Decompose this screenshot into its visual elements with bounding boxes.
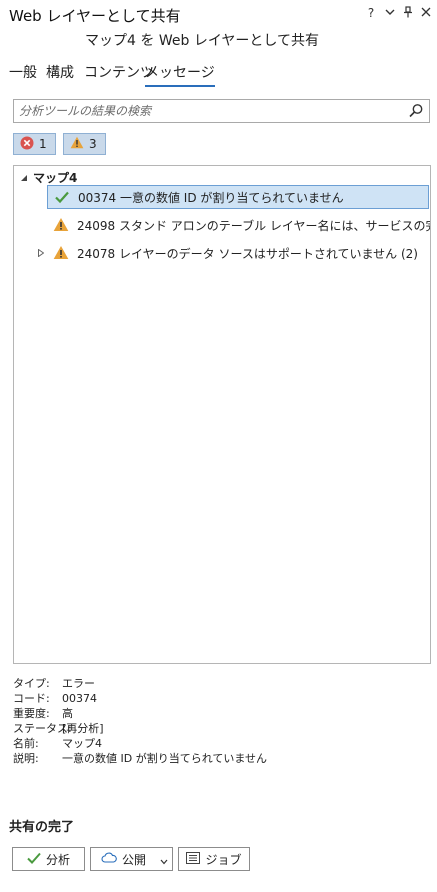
analyze-button[interactable]: 分析: [12, 847, 85, 871]
tab-configuration[interactable]: 構成: [46, 62, 74, 82]
detail-label: コード:: [13, 692, 50, 705]
warning-icon: [53, 245, 69, 261]
help-icon[interactable]: ?: [364, 6, 378, 20]
error-filter-button[interactable]: 1: [13, 133, 56, 155]
message-text: 00374 一意の数値 ID が割り当てられていません: [78, 190, 344, 205]
finish-sharing-heading: 共有の完了: [9, 820, 75, 835]
tab-general[interactable]: 一般: [9, 62, 37, 82]
close-icon[interactable]: [419, 6, 433, 20]
detail-value: 00374: [62, 692, 97, 705]
jobs-list-icon: [186, 851, 201, 867]
pin-icon[interactable]: [401, 6, 415, 21]
message-text: 24098 スタンド アロンのテーブル レイヤー名には、サービスの完全修飾データ: [77, 218, 430, 233]
message-row[interactable]: 24098 スタンド アロンのテーブル レイヤー名には、サービスの完全修飾データ: [14, 213, 430, 237]
detail-value: 一意の数値 ID が割り当てられていません: [62, 752, 268, 765]
message-row-selected[interactable]: 00374 一意の数値 ID が割り当てられていません: [47, 185, 429, 209]
message-text: 24078 レイヤーのデータ ソースはサポートされていません (2): [77, 246, 418, 261]
warning-filter-button[interactable]: 3: [63, 133, 106, 155]
publish-label: 公開: [122, 852, 147, 867]
message-tree: マップ4 00374 一意の数値 ID が割り当てられていません 24098 ス…: [13, 165, 431, 664]
search-box: [13, 99, 430, 123]
pane-title: Web レイヤーとして共有: [9, 7, 181, 25]
pane-subtitle: マップ4 を Web レイヤーとして共有: [85, 33, 319, 49]
jobs-button[interactable]: ジョブ: [178, 847, 250, 871]
warning-icon: [70, 136, 84, 152]
warning-icon: [53, 217, 69, 233]
expand-icon[interactable]: [38, 246, 46, 260]
detail-value[interactable]: [再分析]: [62, 721, 104, 736]
check-icon: [54, 189, 70, 205]
detail-label: 重要度:: [13, 707, 50, 720]
detail-label: 名前:: [13, 737, 39, 750]
chevron-down-icon[interactable]: [160, 854, 168, 868]
title-bar: Web レイヤーとして共有 ?: [0, 0, 437, 28]
tree-root-label: マップ4: [33, 171, 78, 185]
tab-messages[interactable]: メッセージ: [145, 62, 215, 87]
check-icon: [27, 852, 41, 867]
cloud-icon: [101, 852, 117, 866]
collapse-icon[interactable]: [20, 171, 28, 185]
publish-button[interactable]: 公開: [90, 847, 173, 871]
detail-value: 高: [62, 707, 73, 720]
detail-label: 説明:: [13, 752, 39, 765]
message-row[interactable]: 24078 レイヤーのデータ ソースはサポートされていません (2): [14, 241, 430, 265]
pane-menu-icon[interactable]: [383, 6, 397, 20]
error-icon: [20, 136, 34, 153]
analyze-label: 分析: [45, 852, 70, 867]
jobs-label: ジョブ: [205, 852, 242, 867]
search-icon[interactable]: [408, 103, 424, 119]
tree-root-node[interactable]: マップ4: [20, 169, 77, 186]
detail-label: タイプ:: [13, 677, 50, 690]
search-input[interactable]: [19, 103, 399, 119]
error-count: 1: [39, 137, 47, 151]
warning-count: 3: [89, 137, 97, 151]
detail-value: マップ4: [62, 737, 102, 750]
detail-value: エラー: [62, 677, 95, 690]
tab-content[interactable]: コンテンツ: [84, 62, 154, 82]
